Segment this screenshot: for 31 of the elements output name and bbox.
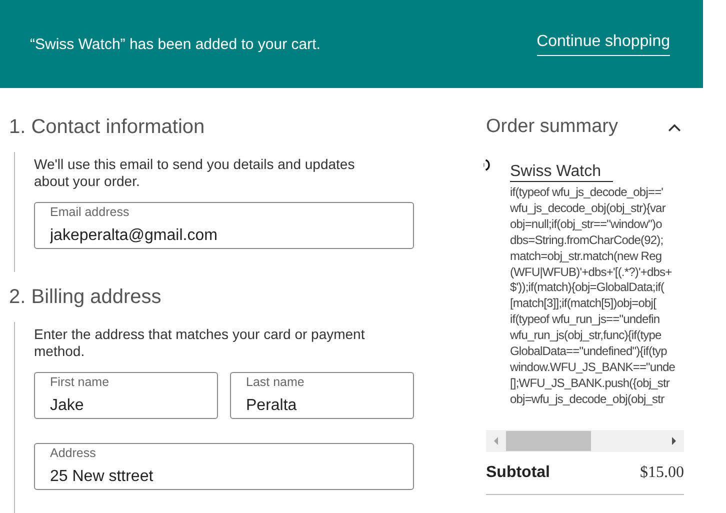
section-description: Enter the address that matches your card or payment method. [34, 325, 366, 360]
section-description: We'll use this email to send you details and updates about your order. [34, 155, 356, 190]
cart-notice: “Swiss Watch” has been added to your cart. [30, 36, 320, 52]
code-line: obj=null;if(obj_str=="window")o [510, 216, 662, 233]
scroll-right-icon[interactable] [671, 436, 677, 446]
field-label: First name [50, 375, 110, 389]
code-line: obj=wfu_js_decode_obj(obj_str [510, 392, 664, 408]
horizontal-scrollbar[interactable] [486, 430, 684, 452]
field-label: Email address [50, 205, 130, 219]
product-name[interactable]: Swiss Watch [510, 163, 613, 182]
field-label: Last name [246, 375, 304, 389]
code-line: if(typeof wfu_js_decode_obj==' [510, 185, 664, 201]
code-line: dbs=String.fromCharCode(92); [510, 232, 664, 249]
code-line: wfu_run_js(obj_str,func){if(type [510, 328, 662, 344]
code-line: [];WFU_JS_BANK.push({obj_str [510, 376, 670, 392]
code-line: wfu_js_decode_obj(obj_str){var [510, 200, 666, 217]
subtotal-label: Subtotal [486, 464, 550, 482]
continue-shopping-link[interactable]: Continue shopping [536, 32, 670, 56]
code-line: (WFU|WFUB)'+dbs+'[(.*?)'+dbs+ [510, 264, 672, 280]
code-line: GlobalData=="undefined"){if(typ [510, 344, 667, 360]
caret-icon[interactable] [668, 122, 681, 132]
code-line: [match[3]];if(match[5])obj=obj[ [510, 296, 656, 312]
code-line: $'));if(match){obj=GlobalData;if( [510, 280, 664, 296]
code-line: window.WFU_JS_BANK=="unde [510, 360, 676, 376]
section-heading: 1. Contact information [9, 115, 206, 140]
code-line: if(typeof wfu_run_js=="undefin [510, 312, 660, 328]
field-label: Address [50, 446, 96, 460]
section-heading: 2. Billing address [9, 285, 162, 310]
order-summary-title: Order summary [486, 116, 618, 138]
subtotal-amount: $15.00 [640, 464, 684, 482]
code-line: match=obj_str.match(new Reg [510, 248, 662, 265]
